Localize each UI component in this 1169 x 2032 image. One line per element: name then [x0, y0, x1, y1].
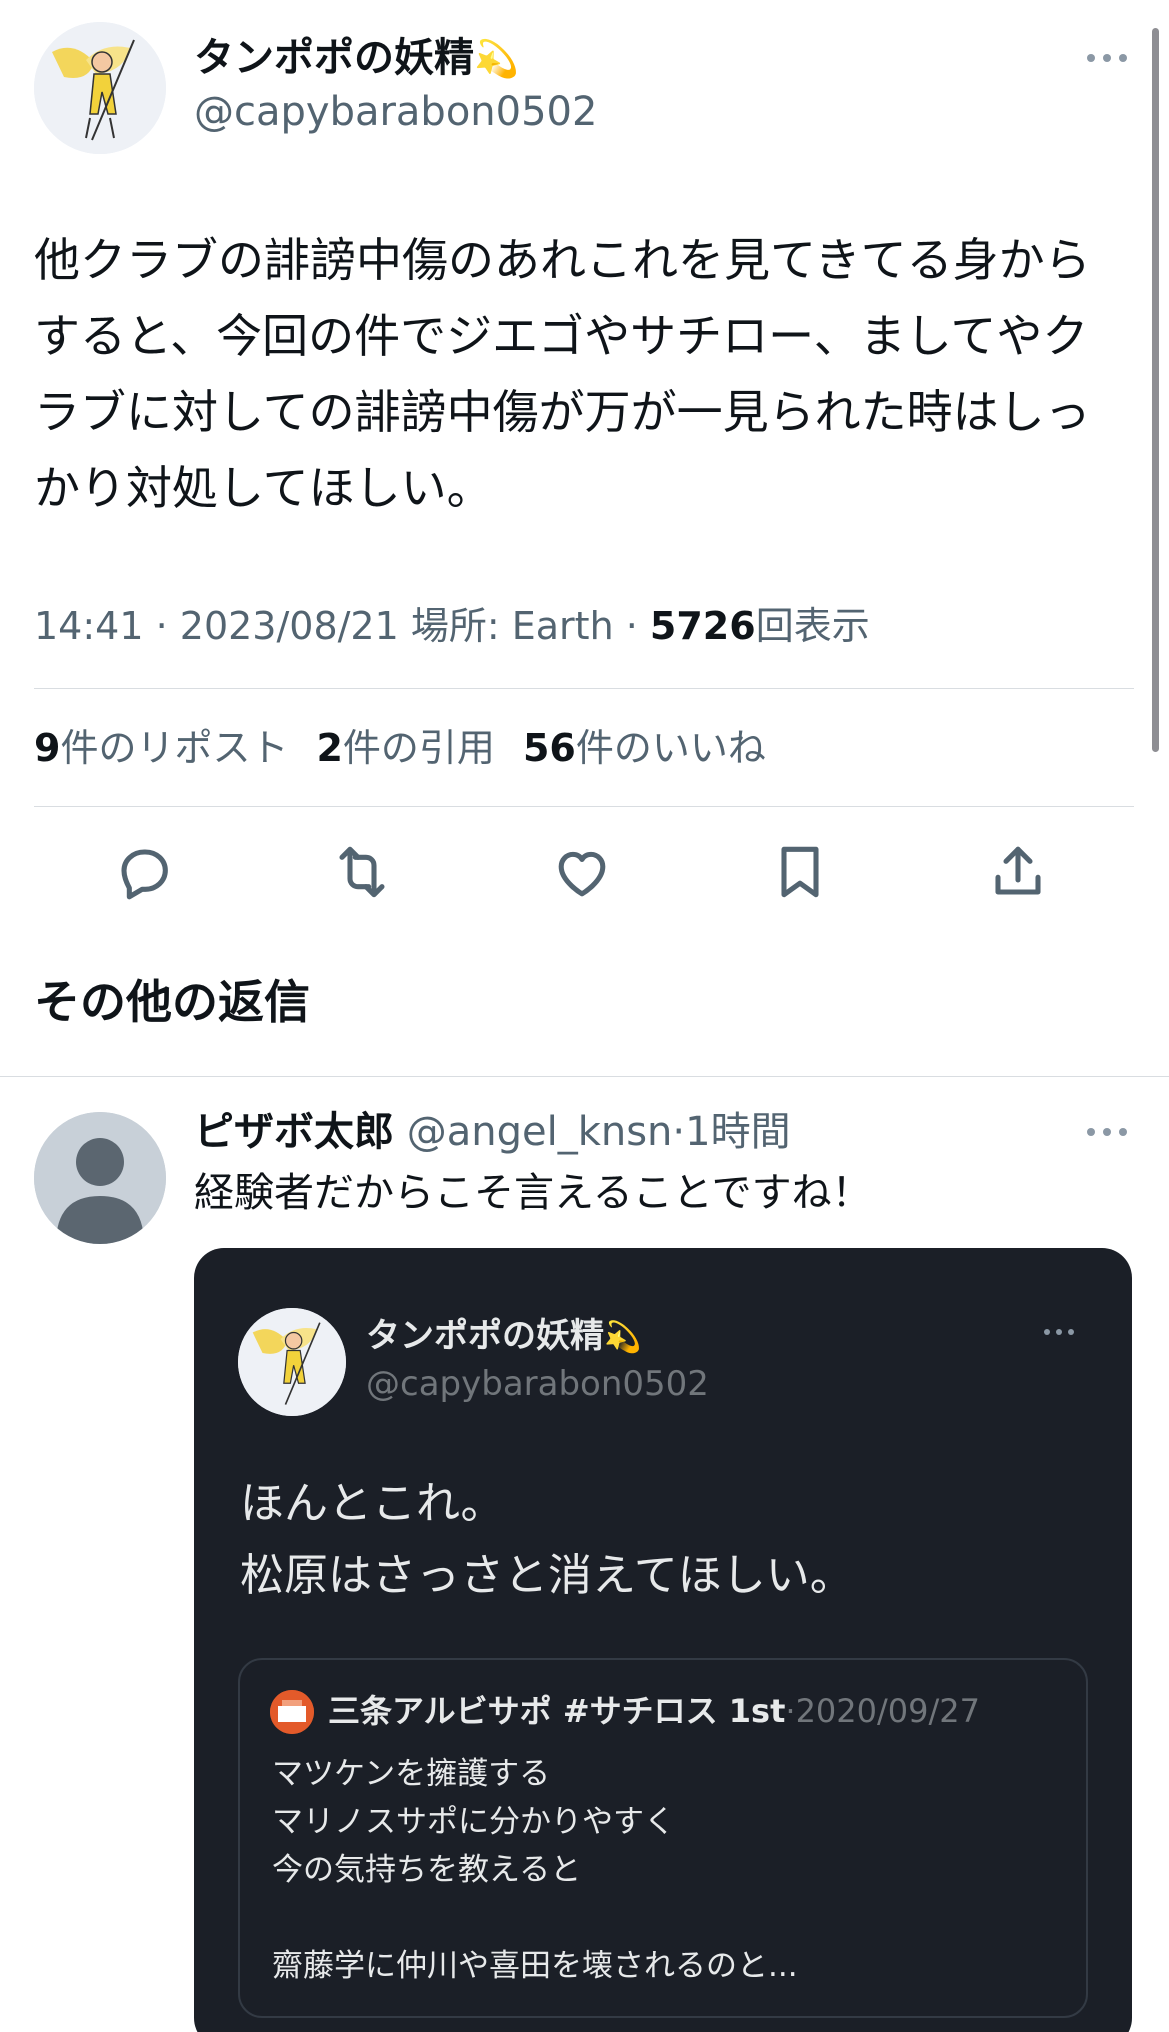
view-count: 5726	[649, 604, 756, 648]
avatar[interactable]	[34, 1112, 166, 1244]
tweet-text-line: かり対処してほしい。	[34, 461, 493, 515]
more-options-icon	[1044, 1324, 1084, 1340]
embedded-display-name: タンポポの妖精💫	[366, 1314, 641, 1360]
reply-handle[interactable]: @angel_knsn	[407, 1109, 673, 1155]
quoted-text-line: マリノスサポに分かりやすく	[272, 1804, 675, 1840]
avatar[interactable]	[34, 22, 166, 154]
avatar	[238, 1308, 346, 1416]
quoted-text: マツケンを擁護する マリノスサポに分かりやすく 今の気持ちを教えると 齋藤学に仲…	[272, 1750, 798, 1990]
tweet-detail-page: タンポポの妖精💫 @capybarabon0502 他クラブの誹謗中傷のあれこれ…	[0, 0, 1169, 2032]
scrollbar[interactable]	[1152, 28, 1159, 752]
more-options-icon[interactable]	[1082, 1122, 1132, 1142]
quotes-label: 件の引用	[342, 726, 495, 770]
view-count-label: 回表示	[755, 604, 870, 648]
section-title: その他の返信	[34, 975, 310, 1029]
reply-text: 経験者だからこそ言えることですね！	[194, 1170, 872, 1216]
bookmark-icon[interactable]	[768, 840, 832, 904]
sparkle-emoji-icon: 💫	[474, 39, 519, 80]
divider	[0, 1076, 1169, 1077]
club-logo-icon	[270, 1690, 314, 1734]
reposts-stat[interactable]: 9件のリポスト	[34, 726, 288, 770]
avatar-illustration	[34, 22, 166, 154]
tweet-time[interactable]: 14:41	[34, 604, 144, 648]
quotes-count: 2	[316, 726, 343, 770]
quoted-text-line: 齋藤学に仲川や喜田を壊されるのと...	[272, 1948, 798, 1984]
tweet-text-line: 他クラブの誹謗中傷のあれこれを見てきてる身から	[34, 233, 1091, 287]
quoted-header: 三条アルビサポ #サチロス 1st·2020/09/27	[328, 1688, 980, 1734]
reply-time[interactable]: 1時間	[685, 1109, 790, 1155]
tweet-text-line: すると、今回の件でジエゴやサチロー、ましてやク	[34, 309, 1089, 363]
share-icon[interactable]	[986, 840, 1050, 904]
reply-icon[interactable]	[112, 840, 176, 904]
reply-header: ピザボ太郎 @angel_knsn·1時間	[194, 1106, 791, 1158]
likes-label: 件のいいね	[575, 726, 766, 770]
display-name-text: タンポポの妖精	[194, 35, 474, 81]
sparkle-emoji-icon: 💫	[604, 1320, 642, 1355]
embedded-display-name-text: タンポポの妖精	[366, 1316, 604, 1356]
quoted-tweet: 三条アルビサポ #サチロス 1st·2020/09/27 マツケンを擁護する マ…	[238, 1658, 1088, 2018]
separator: ·	[143, 604, 180, 648]
quoted-display-name: 三条アルビサポ #サチロス 1st	[328, 1692, 786, 1730]
embedded-tweet-text: ほんとこれ。 松原はさっさと消えてほしい。	[240, 1468, 854, 1612]
default-avatar-icon	[34, 1112, 166, 1244]
reply-display-name[interactable]: ピザボ太郎	[194, 1109, 394, 1155]
embedded-handle: @capybarabon0502	[366, 1364, 709, 1404]
likes-stat[interactable]: 56件のいいね	[523, 726, 766, 770]
quoted-text-line: マツケンを擁護する	[272, 1756, 551, 1792]
reposts-count: 9	[34, 726, 61, 770]
avatar-illustration	[238, 1308, 346, 1416]
quoted-text-line: 今の気持ちを教えると	[272, 1852, 582, 1888]
separator: ·	[785, 1692, 796, 1730]
location-label: 場所:	[398, 604, 512, 648]
separator: ·	[672, 1109, 686, 1155]
embedded-text-line: ほんとこれ。	[240, 1478, 505, 1529]
likes-count: 56	[522, 726, 576, 770]
embedded-text-line: 松原はさっさと消えてほしい。	[240, 1550, 854, 1601]
attached-image[interactable]: タンポポの妖精💫 @capybarabon0502 ほんとこれ。 松原はさっさと…	[194, 1248, 1132, 2032]
tweet-text: 他クラブの誹謗中傷のあれこれを見てきてる身から すると、今回の件でジエゴやサチロ…	[34, 222, 1144, 526]
divider	[34, 688, 1134, 689]
tweet-date[interactable]: 2023/08/21	[180, 604, 399, 648]
tweet-text-line: ラブに対しての誹謗中傷が万が一見られた時はしっ	[34, 385, 1091, 439]
quoted-date: 2020/09/27	[795, 1692, 980, 1730]
engagement-stats: 9件のリポスト 2件の引用 56件のいいね	[34, 720, 766, 776]
quoted-text-line	[272, 1894, 798, 1942]
quotes-stat[interactable]: 2件の引用	[316, 726, 494, 770]
repost-icon[interactable]	[330, 840, 394, 904]
display-name[interactable]: タンポポの妖精💫	[194, 34, 519, 84]
avatar	[270, 1690, 314, 1734]
tweet-meta: 14:41 · 2023/08/21 場所: Earth · 5726回表示	[34, 598, 870, 654]
reposts-label: 件のリポスト	[60, 726, 289, 770]
more-options-icon[interactable]	[1082, 48, 1132, 68]
like-icon[interactable]	[550, 840, 614, 904]
location-value: Earth	[511, 604, 614, 648]
user-handle[interactable]: @capybarabon0502	[194, 88, 597, 136]
action-bar	[0, 840, 1169, 910]
separator: ·	[613, 604, 650, 648]
divider	[34, 806, 1134, 807]
